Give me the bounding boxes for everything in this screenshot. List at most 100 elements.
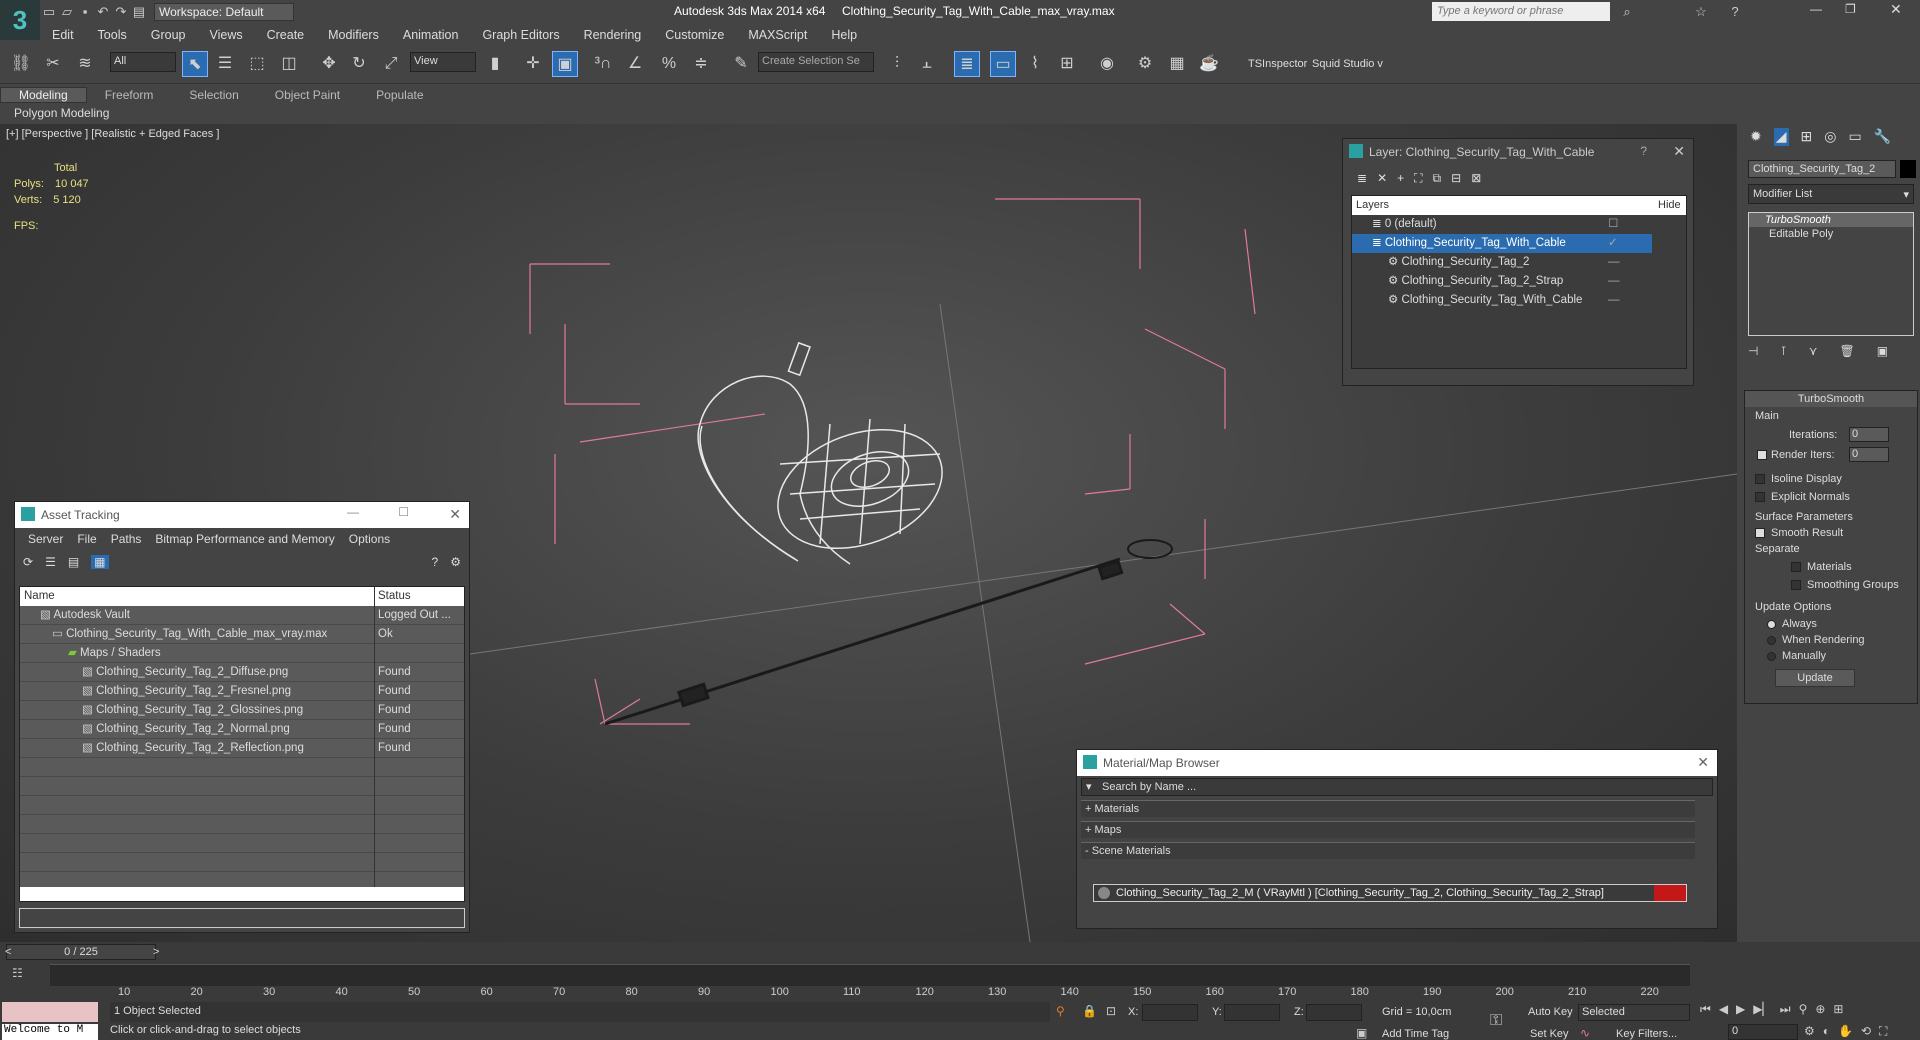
- object-name-field[interactable]: Clothing_Security_Tag_2: [1748, 160, 1896, 178]
- scale-icon[interactable]: ⤢: [378, 51, 404, 77]
- goto-end-icon[interactable]: ⏭: [1780, 1002, 1791, 1020]
- create-tab-icon[interactable]: ✹: [1750, 128, 1762, 146]
- redo-icon[interactable]: ↷: [112, 3, 130, 21]
- set-key-button[interactable]: Set Key: [1530, 1028, 1569, 1040]
- hierarchy-tab-icon[interactable]: ⊞: [1801, 128, 1813, 146]
- layer-manager-icon[interactable]: ≣: [954, 51, 980, 77]
- welcome-text[interactable]: Welcome to M: [2, 1024, 98, 1040]
- play-icon[interactable]: ▶: [1736, 1002, 1745, 1020]
- manipulate-icon[interactable]: ✛: [520, 51, 546, 77]
- next-frame-icon[interactable]: ▶▏: [1753, 1002, 1771, 1020]
- when-rendering-radio[interactable]: [1767, 635, 1776, 645]
- menu-item-group[interactable]: Group: [139, 28, 198, 42]
- isolate-icon[interactable]: ⚲: [1056, 1004, 1065, 1018]
- tsinspector-label[interactable]: TSInspector: [1248, 58, 1307, 70]
- y-coord-input[interactable]: [1224, 1004, 1280, 1021]
- object-color-swatch[interactable]: [1900, 160, 1916, 178]
- time-slider[interactable]: < 0 / 225 >: [5, 944, 159, 960]
- move-icon[interactable]: ✥: [316, 51, 342, 77]
- create-layer-icon[interactable]: ≣: [1357, 171, 1367, 185]
- table-row[interactable]: ▧ Autodesk Vault Logged Out ...: [20, 606, 464, 625]
- utilities-tab-icon[interactable]: 🔧: [1874, 128, 1891, 146]
- edit-named-selection-icon[interactable]: ✎: [728, 51, 754, 77]
- configure-sets-icon[interactable]: ▣: [1877, 344, 1888, 358]
- asset-close-button[interactable]: ✕: [449, 506, 461, 523]
- new-file-icon[interactable]: ▭: [40, 3, 58, 21]
- key-filters-button[interactable]: Key Filters...: [1616, 1028, 1677, 1040]
- modifier-list-dropdown[interactable]: Modifier List ▾: [1748, 184, 1914, 204]
- table-row[interactable]: ▭ Clothing_Security_Tag_With_Cable_max_v…: [20, 625, 464, 644]
- smooth-result-checkbox[interactable]: [1755, 528, 1765, 539]
- update-button[interactable]: Update: [1775, 669, 1855, 687]
- material-item[interactable]: Clothing_Security_Tag_2_M ( VRayMtl ) [C…: [1093, 884, 1687, 902]
- modify-tab-icon[interactable]: ◢: [1773, 128, 1789, 146]
- material-section-header[interactable]: - Scene Materials: [1081, 842, 1695, 859]
- iterations-input[interactable]: 0: [1849, 427, 1889, 442]
- link-icon[interactable]: ⛓: [8, 51, 34, 77]
- freeze-all-icon[interactable]: ⊠: [1471, 171, 1481, 185]
- hide-toggle[interactable]: ✓: [1608, 234, 1618, 253]
- render-frame-icon[interactable]: ▦: [1164, 51, 1190, 77]
- time-slider-prev-icon[interactable]: <: [5, 945, 11, 959]
- asset-help-icon[interactable]: ?: [432, 555, 439, 569]
- layer-row[interactable]: ⚙ Clothing_Security_Tag_2—: [1352, 253, 1686, 272]
- layer-row[interactable]: ⚙ Clothing_Security_Tag_2_Strap —: [1352, 272, 1686, 291]
- menu-item-rendering[interactable]: Rendering: [572, 28, 654, 42]
- close-button[interactable]: ✕: [1890, 1, 1902, 18]
- ribbon-toggle-icon[interactable]: ▭: [990, 51, 1016, 77]
- layer-row[interactable]: ≣ Clothing_Security_Tag_With_Cable ✓: [1352, 234, 1652, 253]
- material-browser-close-button[interactable]: ✕: [1697, 754, 1709, 771]
- tree-view-icon[interactable]: ▤: [68, 555, 79, 569]
- reference-coord-dropdown[interactable]: View: [410, 52, 476, 72]
- zoom-icon[interactable]: ⚲: [1799, 1002, 1808, 1020]
- asset-menu-server[interactable]: Server: [21, 532, 70, 546]
- isoline-checkbox[interactable]: [1755, 474, 1765, 485]
- auto-key-button[interactable]: Auto Key: [1528, 1006, 1573, 1018]
- rotate-icon[interactable]: ↻: [346, 51, 372, 77]
- layer-panel-close-button[interactable]: ✕: [1673, 143, 1685, 160]
- hide-toggle[interactable]: —: [1608, 253, 1620, 272]
- orbit-icon[interactable]: ⟲: [1861, 1024, 1871, 1040]
- layer-row[interactable]: ≣ 0 (default) ☐: [1352, 215, 1686, 234]
- asset-minimize-button[interactable]: —: [347, 505, 359, 519]
- track-bar[interactable]: [50, 964, 1690, 986]
- hide-toggle[interactable]: —: [1608, 272, 1620, 291]
- schematic-view-icon[interactable]: ⊞: [1054, 51, 1080, 77]
- menu-item-edit[interactable]: Edit: [40, 28, 86, 42]
- search-input[interactable]: Type a keyword or phrase: [1432, 2, 1610, 21]
- material-section-header[interactable]: + Maps: [1081, 821, 1695, 838]
- menu-item-tools[interactable]: Tools: [86, 28, 139, 42]
- maximize-button[interactable]: ❐: [1845, 2, 1856, 16]
- display-tab-icon[interactable]: ▭: [1848, 128, 1861, 146]
- select-layer-objects-icon[interactable]: ⛶: [1414, 171, 1422, 186]
- ribbon-tab-object-paint[interactable]: Object Paint: [257, 88, 358, 102]
- prev-frame-icon[interactable]: ◀: [1719, 1002, 1728, 1020]
- list-view-icon[interactable]: ☰: [45, 555, 56, 569]
- pivot-icon[interactable]: ▮: [482, 51, 508, 77]
- render-icon[interactable]: ☕: [1196, 51, 1222, 77]
- motion-tab-icon[interactable]: ◎: [1824, 128, 1836, 146]
- maximize-viewport-icon[interactable]: ⛶: [1879, 1024, 1887, 1040]
- material-search-dropdown-icon[interactable]: ▾: [1086, 780, 1092, 793]
- render-iters-input[interactable]: 0: [1849, 447, 1889, 462]
- material-section-header[interactable]: + Materials: [1081, 800, 1695, 817]
- hide-all-icon[interactable]: ⊟: [1451, 171, 1461, 185]
- asset-maximize-button[interactable]: ☐: [398, 505, 409, 519]
- menu-item-views[interactable]: Views: [197, 28, 254, 42]
- binoculars-icon[interactable]: ⌕: [1618, 3, 1636, 21]
- keyboard-shortcut-icon[interactable]: ▣: [552, 51, 578, 77]
- render-setup-icon[interactable]: ⚙: [1132, 51, 1158, 77]
- asset-menu-bitmap-performance-and-memory[interactable]: Bitmap Performance and Memory: [148, 532, 341, 546]
- project-icon[interactable]: ▤: [130, 3, 148, 21]
- material-editor-icon[interactable]: ◉: [1094, 51, 1120, 77]
- layer-help-icon[interactable]: ?: [1640, 144, 1647, 158]
- pan-icon[interactable]: ✋: [1838, 1024, 1853, 1040]
- asset-settings-icon[interactable]: ⚙: [450, 555, 461, 569]
- mirror-icon[interactable]: ⫶: [884, 51, 910, 77]
- squid-label[interactable]: Squid Studio v: [1312, 58, 1383, 70]
- z-coord-input[interactable]: [1306, 1004, 1362, 1021]
- stack-turbosmooth[interactable]: TurboSmooth: [1749, 213, 1913, 227]
- ribbon-tab-modeling[interactable]: Modeling: [0, 87, 87, 103]
- add-time-tag-icon[interactable]: ▣: [1356, 1026, 1367, 1040]
- ribbon-tab-freeform[interactable]: Freeform: [87, 88, 172, 102]
